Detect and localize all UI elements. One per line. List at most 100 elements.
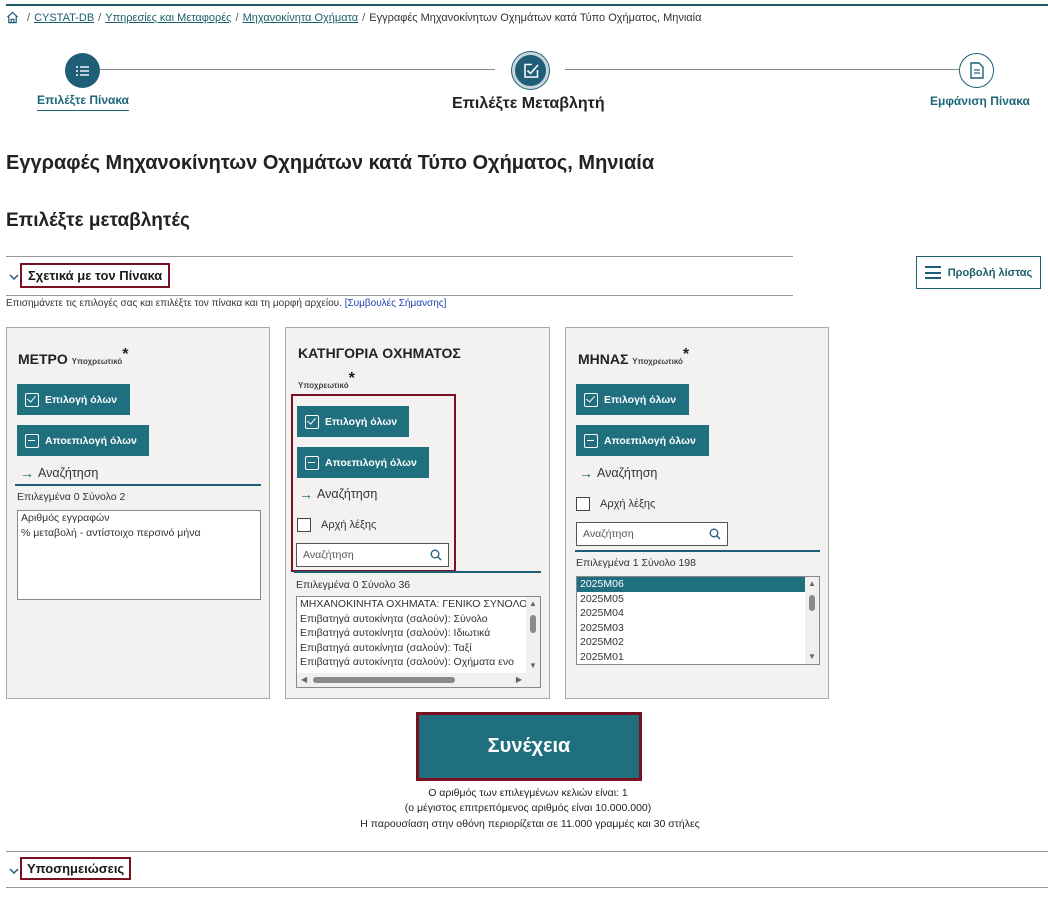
vertical-scrollbar[interactable]: ▲ ▼ <box>526 597 540 673</box>
word-start-option[interactable]: Αρχή λέξης <box>576 497 655 511</box>
list-item[interactable]: % μεταβολή - αντίστοιχο περσινό μήνα <box>18 526 260 541</box>
footnotes-toggle[interactable]: Υποσημειώσεις <box>20 857 132 880</box>
measure-listbox[interactable]: Αριθμός εγγραφών % μεταβολή - αντίστοιχο… <box>17 510 261 600</box>
select-all-button[interactable]: Επιλογή όλων <box>297 406 409 437</box>
scroll-down-icon[interactable]: ▼ <box>808 653 816 661</box>
select-all-label: Επιλογή όλων <box>325 415 398 428</box>
search-placeholder: Αναζήτηση <box>583 528 634 540</box>
required-star: * <box>682 346 690 363</box>
breadcrumb-services[interactable]: Υπηρεσίες και Μεταφορές <box>105 12 231 24</box>
scroll-right-icon[interactable]: ▶ <box>516 676 522 684</box>
word-start-checkbox[interactable] <box>576 497 590 511</box>
search-icon[interactable] <box>430 549 442 561</box>
search-link[interactable]: → Αναζήτηση <box>299 486 377 502</box>
selected-cells-info: Ο αριθμός των επιλεγμένων κελιών είναι: … <box>428 787 628 799</box>
breadcrumb: / CYSTAT-DB / Υπηρεσίες και Μεταφορές / … <box>6 11 701 24</box>
step-select-table-label[interactable]: Επιλέξτε Πίνακα <box>37 93 130 111</box>
step-select-variable <box>512 52 549 89</box>
breadcrumb-cystat[interactable]: CYSTAT-DB <box>34 12 94 24</box>
horizontal-scrollbar[interactable]: ◀ ▶ <box>297 673 540 687</box>
list-item[interactable]: 2025M05 <box>577 592 819 607</box>
word-start-label: Αρχή λέξης <box>600 498 656 510</box>
list-item[interactable]: Επιβατηγά αυτοκίνητα (σαλούν): Ιδιωτικά <box>297 626 540 641</box>
step-show-table-label[interactable]: Εμφάνιση Πίνακα <box>930 94 1030 108</box>
deselect-all-label: Αποεπιλογή όλων <box>45 434 137 447</box>
about-table-toggle[interactable]: Σχετικά με τον Πίνακα <box>20 263 171 288</box>
page-title: Εγγραφές Μηχανοκίνητων Οχημάτων κατά Τύπ… <box>6 152 655 174</box>
step-show-table[interactable] <box>959 53 994 88</box>
breadcrumb-vehicles[interactable]: Μηχανοκίνητα Οχήματα <box>243 12 359 24</box>
search-placeholder: Αναζήτηση <box>303 549 354 561</box>
panel-month: ΜΗΝΑΣ Υποχρεωτικό* Επιλογή όλων Αποεπιλο… <box>565 327 829 699</box>
search-link[interactable]: → Αναζήτηση <box>579 465 657 481</box>
list-item[interactable]: Επιβατηγά αυτοκίνητα (σαλούν): Οχήματα ε… <box>297 655 540 670</box>
display-limit-info: Η παρουσίαση στην οθόνη περιορίζεται σε … <box>360 818 700 830</box>
search-input[interactable]: Αναζήτηση <box>296 543 449 567</box>
scrollbar-thumb[interactable] <box>313 677 455 683</box>
hint-text: Επισημάνετε τις επιλογές σας και επιλέξτ… <box>6 298 446 309</box>
menu-icon <box>924 266 941 279</box>
list-item[interactable]: Επιβατηγά αυτοκίνητα (σαλούν): Σύνολο <box>297 612 540 627</box>
scrollbar-thumb[interactable] <box>809 595 815 611</box>
panel-title: ΜΗΝΑΣ Υποχρεωτικό* <box>578 346 689 367</box>
continue-button[interactable]: Συνέχεια <box>419 715 639 778</box>
scrollbar-thumb[interactable] <box>530 615 536 633</box>
vertical-scrollbar[interactable]: ▲ ▼ <box>805 577 819 664</box>
scroll-down-icon[interactable]: ▼ <box>529 662 537 670</box>
selection-counts: Επιλεγμένα 0 Σύνολο 2 <box>17 491 126 503</box>
list-item-selected[interactable]: 2025M06 <box>577 577 805 592</box>
word-start-option[interactable]: Αρχή λέξης <box>297 518 376 532</box>
divider <box>6 851 1048 852</box>
required-label: Υποχρεωτικό <box>71 357 123 366</box>
list-item[interactable]: Αριθμός εγγραφών <box>18 511 260 526</box>
search-link-label: Αναζήτηση <box>597 466 658 480</box>
required-star: * <box>122 346 129 363</box>
check-icon <box>305 414 319 429</box>
search-link[interactable]: → Αναζήτηση <box>20 465 98 481</box>
divider <box>6 256 793 257</box>
search-icon[interactable] <box>709 528 721 540</box>
panel-vehicle-category: ΚΑΤΗΓΟΡΙΑ ΟΧΗΜΑΤΟΣ Υποχρεωτικό* Επιλογή … <box>285 327 550 699</box>
select-all-button[interactable]: Επιλογή όλων <box>17 384 130 415</box>
stepper-line-left <box>100 69 495 70</box>
deselect-all-button[interactable]: Αποεπιλογή όλων <box>17 425 149 456</box>
list-item[interactable]: 2025M01 <box>577 650 819 664</box>
max-cells-info: (ο μέγιστος επιτρεπόμενος αριθμός είναι … <box>404 802 652 814</box>
home-icon[interactable] <box>6 11 19 24</box>
chevron-down-icon[interactable] <box>9 866 19 876</box>
step-select-table[interactable] <box>65 53 100 88</box>
chevron-down-icon[interactable] <box>9 272 19 282</box>
marking-tips-link[interactable]: [Συμβουλές Σήμανσης] <box>345 298 447 309</box>
deselect-all-button[interactable]: Αποεπιλογή όλων <box>576 425 709 456</box>
search-link-label: Αναζήτηση <box>317 487 378 501</box>
list-item[interactable]: Επιβατηγά αυτοκίνητα (σαλούν): Ταξί <box>297 641 540 656</box>
select-all-label: Επιλογή όλων <box>45 393 118 406</box>
scroll-up-icon[interactable]: ▲ <box>529 600 537 608</box>
list-view-button[interactable]: Προβολή λίστας <box>916 256 1041 289</box>
required-label: Υποχρεωτικό <box>298 381 349 390</box>
required-star: * <box>348 370 355 387</box>
check-icon <box>25 392 39 407</box>
list-item[interactable]: 2025M04 <box>577 606 819 621</box>
arrow-right-icon: → <box>579 465 593 481</box>
month-listbox[interactable]: 2025M06 2025M05 2025M04 2025M03 2025M02 … <box>576 576 820 665</box>
word-start-checkbox[interactable] <box>297 518 311 532</box>
stepper-line-right <box>565 69 959 70</box>
top-border <box>6 4 1048 6</box>
list-item[interactable]: ΜΗΧΑΝΟΚΙΝΗΤΑ ΟΧΗΜΑΤΑ: ΓΕΝΙΚΟ ΣΥΝΟΛΟ <box>297 597 540 612</box>
list-item[interactable]: 2025M02 <box>577 635 819 650</box>
search-input[interactable]: Αναζήτηση <box>576 522 728 546</box>
scroll-up-icon[interactable]: ▲ <box>808 580 816 588</box>
vehicle-category-listbox[interactable]: ΜΗΧΑΝΟΚΙΝΗΤΑ ΟΧΗΜΑΤΑ: ΓΕΝΙΚΟ ΣΥΝΟΛΟ Επιβ… <box>296 596 541 688</box>
check-icon <box>584 392 598 407</box>
deselect-all-button[interactable]: Αποεπιλογή όλων <box>297 447 429 478</box>
scroll-left-icon[interactable]: ◀ <box>301 676 307 684</box>
divider <box>294 571 541 573</box>
divider <box>6 295 793 296</box>
list-item[interactable]: 2025M03 <box>577 621 819 636</box>
list-view-label: Προβολή λίστας <box>947 266 1033 279</box>
arrow-right-icon: → <box>20 465 34 481</box>
select-all-button[interactable]: Επιλογή όλων <box>576 384 689 415</box>
word-start-label: Αρχή λέξης <box>321 519 377 531</box>
selection-counts: Επιλεγμένα 0 Σύνολο 36 <box>296 579 411 591</box>
